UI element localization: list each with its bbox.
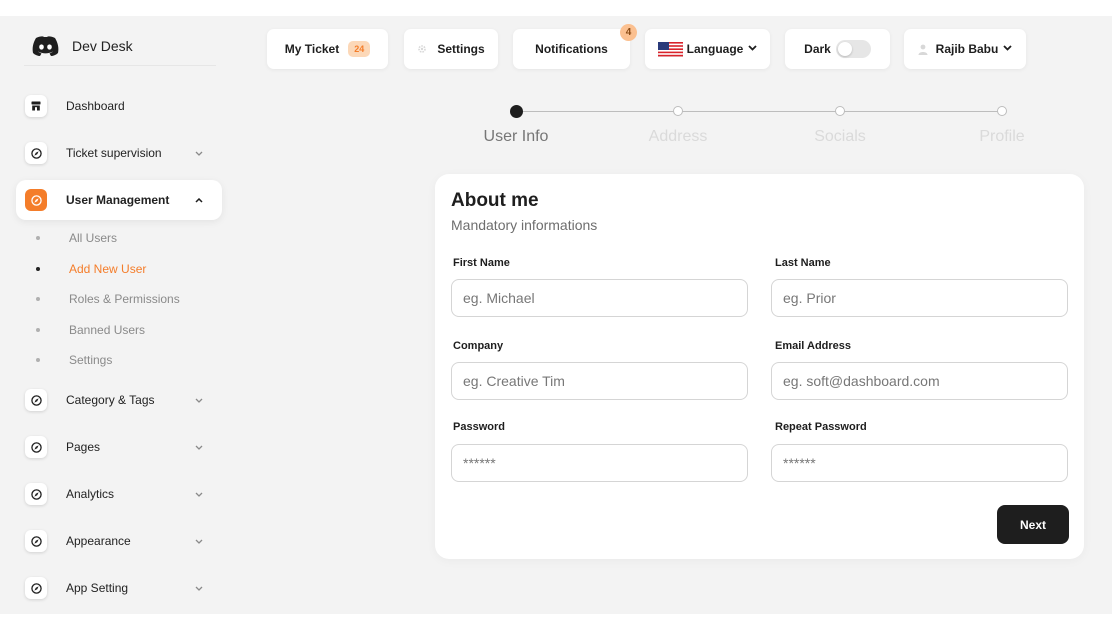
bullet [36, 297, 40, 301]
repeat-password-label: Repeat Password [775, 421, 867, 433]
step-label-user-info[interactable]: User Info [484, 128, 549, 146]
about-me-card: About me Mandatory informations First Na… [435, 174, 1084, 559]
bullet [36, 328, 40, 332]
password-label: Password [453, 421, 505, 433]
sidebar-item-pages[interactable]: Pages [16, 427, 222, 467]
step-dot-profile[interactable] [997, 106, 1007, 116]
user-icon [918, 44, 928, 55]
compass-icon [25, 189, 47, 211]
my-ticket-label: My Ticket [284, 42, 340, 56]
compass-icon [25, 530, 47, 552]
user-menu-button[interactable]: Rajib Babu [904, 29, 1026, 69]
email-field[interactable] [771, 362, 1068, 400]
chevron-down-icon [194, 489, 204, 499]
sidebar-item-ticket-supervision[interactable]: Ticket supervision [16, 133, 222, 173]
sidebar-item-label: Analytics [66, 487, 115, 501]
sidebar-divider [24, 65, 216, 66]
chevron-up-icon [194, 195, 204, 205]
email-label: Email Address [775, 340, 852, 352]
settings-button[interactable]: Settings [404, 29, 498, 69]
sidebar-item-label: App Setting [66, 581, 129, 595]
submenu-item-label: All Users [69, 231, 118, 245]
compass-icon [25, 389, 47, 411]
submenu-item-add-new-user[interactable]: Add New User [36, 261, 146, 277]
dark-label: Dark [804, 42, 831, 56]
sidebar-item-category-tags[interactable]: Category & Tags [16, 380, 222, 420]
settings-label: Settings [437, 42, 485, 56]
submenu-item-label: Add New User [69, 262, 147, 276]
submenu-item-label: Banned Users [69, 323, 146, 337]
top-edge [0, 0, 1112, 16]
password-field[interactable] [451, 444, 748, 482]
company-field[interactable] [451, 362, 748, 400]
sidebar-item-label: User Management [66, 193, 170, 207]
chevron-down-icon [1003, 44, 1012, 54]
dark-mode-toggle[interactable]: Dark [785, 29, 890, 69]
submenu-item-all-users[interactable]: All Users [36, 230, 117, 246]
chevron-down-icon [194, 395, 204, 405]
sidebar-item-dashboard[interactable]: Dashboard [16, 86, 222, 126]
chevron-down-icon [194, 583, 204, 593]
sidebar-item-user-management[interactable]: User Management [16, 180, 222, 220]
discord-logo-icon [32, 35, 59, 57]
chevron-down-icon [194, 148, 204, 158]
sidebar-item-label: Dashboard [66, 99, 125, 113]
chevron-down-icon [194, 536, 204, 546]
first-name-field[interactable] [451, 279, 748, 317]
bullet [36, 236, 40, 240]
language-dropdown[interactable]: Language [645, 29, 770, 69]
sidebar-item-label: Pages [66, 440, 101, 454]
sidebar-item-app-setting[interactable]: App Setting [16, 568, 222, 608]
step-label-socials[interactable]: Socials [814, 128, 866, 146]
sidebar-item-label: Category & Tags [66, 393, 155, 407]
stepper-track [516, 111, 1003, 112]
first-name-label: First Name [453, 257, 510, 269]
submenu-item-settings[interactable]: Settings [36, 352, 112, 368]
switch-knob [837, 42, 852, 56]
company-label: Company [453, 340, 504, 352]
store-icon [25, 95, 47, 117]
step-label-profile[interactable]: Profile [979, 128, 1024, 146]
compass-icon [25, 483, 47, 505]
language-label: Language [686, 42, 744, 56]
bullet [36, 267, 40, 271]
step-label-address[interactable]: Address [649, 128, 708, 146]
user-name: Rajib Babu [935, 42, 999, 56]
chevron-down-icon [194, 442, 204, 452]
us-flag-icon [657, 41, 683, 57]
step-dot-address[interactable] [673, 106, 683, 116]
ticket-count-badge: 24 [348, 41, 371, 57]
notifications-button[interactable]: Notifications 4 [513, 24, 637, 69]
chevron-down-icon [748, 44, 757, 54]
submenu-item-label: Settings [69, 353, 113, 367]
app-name: Dev Desk [72, 38, 133, 54]
compass-icon [25, 577, 47, 599]
notifications-label: Notifications [535, 42, 608, 56]
submenu-item-label: Roles & Permissions [69, 292, 180, 306]
dark-mode-switch[interactable] [835, 40, 871, 58]
last-name-field[interactable] [771, 279, 1068, 317]
my-ticket-button[interactable]: My Ticket 24 [267, 29, 388, 69]
sidebar-item-appearance[interactable]: Appearance [16, 521, 222, 561]
sidebar-item-label: Ticket supervision [66, 146, 162, 160]
submenu-item-roles-permissions[interactable]: Roles & Permissions [36, 291, 180, 307]
next-button[interactable]: Next [997, 505, 1069, 544]
gear-icon [417, 44, 427, 54]
brand[interactable]: Dev Desk [32, 35, 133, 57]
card-title: About me [451, 190, 539, 211]
compass-icon [25, 436, 47, 458]
last-name-label: Last Name [775, 257, 831, 269]
bullet [36, 358, 40, 362]
step-dot-socials[interactable] [835, 106, 845, 116]
submenu-item-banned-users[interactable]: Banned Users [36, 322, 145, 338]
sidebar-item-label: Appearance [66, 534, 131, 548]
step-dot-user-info[interactable] [510, 105, 523, 118]
notification-count-badge: 4 [620, 24, 637, 41]
card-subtitle: Mandatory informations [451, 217, 598, 233]
compass-icon [25, 142, 47, 164]
repeat-password-field[interactable] [771, 444, 1068, 482]
sidebar-item-analytics[interactable]: Analytics [16, 474, 222, 514]
bottom-edge [0, 614, 1112, 634]
